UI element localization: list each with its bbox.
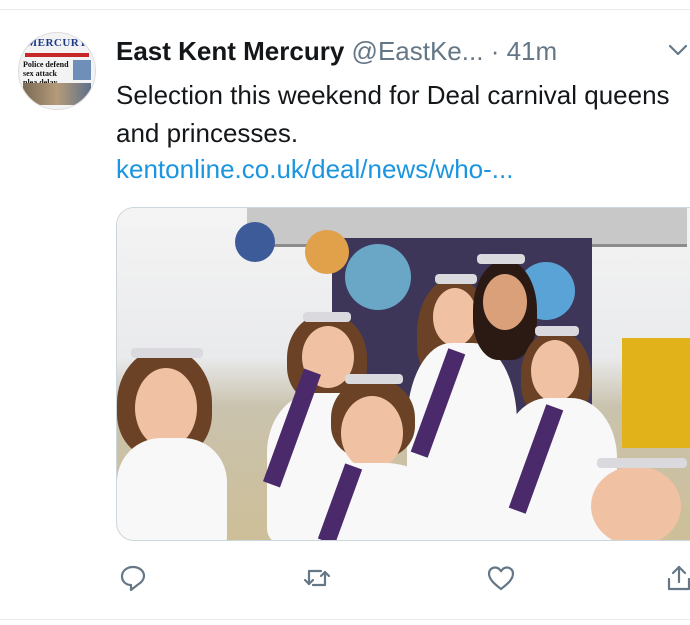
photo-lorry [622,338,690,448]
tweet-header: East Kent Mercury @EastKe... · 41m [116,34,676,68]
tweet-text: Selection this weekend for Deal carnival… [116,80,670,148]
share-button[interactable] [664,563,690,593]
photo-face [531,340,579,402]
author-name[interactable]: East Kent Mercury [116,36,344,66]
photo-tiara [435,274,477,284]
avatar-masthead: MERCURY [26,37,88,49]
photo-tiara [597,458,687,468]
photo-face [341,396,403,470]
avatar[interactable]: MERCURY Police defend sex attack plea de… [18,32,96,110]
photo-face [591,466,681,540]
tweet-photo[interactable] [116,207,690,541]
reply-icon [120,565,146,592]
chevron-down-icon[interactable] [666,38,690,62]
retweet-icon [303,569,331,587]
photo-tiara [477,254,525,264]
tweet-link[interactable]: kentonline.co.uk/deal/news/who-... [116,150,513,188]
photo-face [135,368,197,448]
bottom-divider [0,619,690,620]
top-divider [0,9,690,10]
photo-dress [117,438,227,540]
photo-tiara [345,374,403,384]
author-handle[interactable]: @EastKe... [352,36,484,66]
retweet-button[interactable] [302,563,332,593]
like-button[interactable] [486,563,516,593]
separator: · [490,36,500,66]
avatar-thumbnail [73,60,91,80]
photo-face [483,274,527,330]
share-icon [667,565,690,591]
photo-balloon [235,222,275,262]
avatar-photo [23,83,91,105]
timestamp[interactable]: 41m [507,36,558,66]
avatar-masthead-bar [25,53,89,57]
reply-button[interactable] [118,563,148,593]
photo-face [433,288,477,346]
photo-balloon [345,244,411,310]
photo-tiara [303,312,351,322]
photo-tiara [131,348,203,358]
photo-balloon [305,230,349,274]
heart-icon [487,566,515,591]
photo-tiara [535,326,579,336]
